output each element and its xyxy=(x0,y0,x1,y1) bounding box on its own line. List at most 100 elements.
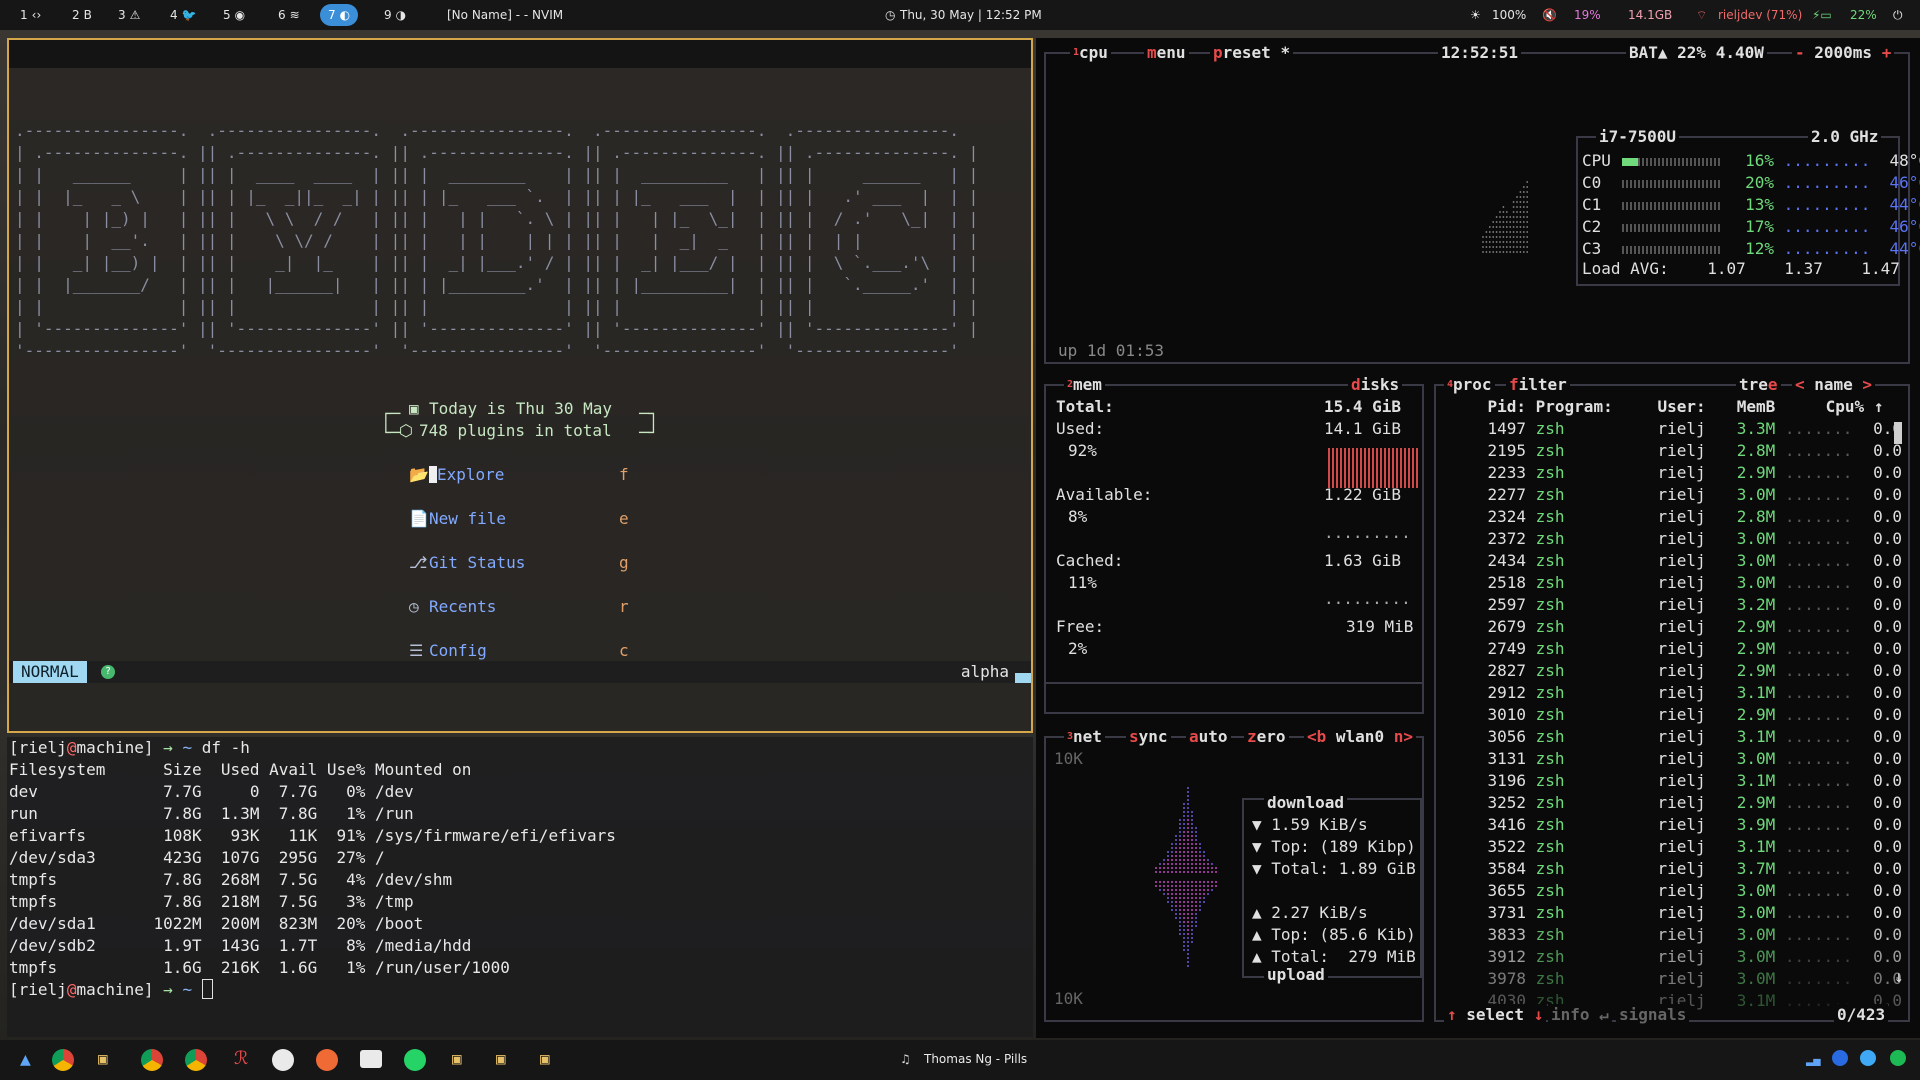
wifi-status[interactable]: rieljdev (71%) xyxy=(1718,0,1802,30)
folder-open-icon: 📂 xyxy=(409,465,429,484)
download-label: download xyxy=(1264,792,1348,814)
process-row[interactable]: 3196 zsh rielj 3.1M ....... 0.0 xyxy=(1446,770,1902,792)
process-row[interactable]: 2518 zsh rielj 3.0M ....... 0.0 xyxy=(1446,572,1902,594)
workspace-4[interactable]: 4 🐦 xyxy=(170,4,197,26)
process-row[interactable]: 2324 zsh rielj 2.8M ....... 0.0 xyxy=(1446,506,1902,528)
process-row[interactable]: 3010 zsh rielj 2.9M ....... 0.0 xyxy=(1446,704,1902,726)
cpu-core-row: C113% ......... 44°C xyxy=(1582,195,1920,214)
mem-divider xyxy=(1046,682,1422,684)
process-row[interactable]: 2434 zsh rielj 3.0M ....... 0.0 xyxy=(1446,550,1902,572)
mem-avail-meter: ......... xyxy=(1324,523,1411,542)
scroll-down-arrow[interactable]: ↓ xyxy=(1894,966,1904,988)
terminal-app-icon[interactable]: ▣ xyxy=(540,1049,550,1068)
select-control[interactable]: ↑ select ↓ xyxy=(1444,1004,1547,1026)
cpu-tab[interactable]: 1cpu xyxy=(1070,42,1111,64)
menu-config[interactable]: ☰ Config c xyxy=(409,640,629,662)
process-row[interactable]: 2912 zsh rielj 3.1M ....... 0.0 xyxy=(1446,682,1902,704)
workspace-3[interactable]: 3 ⚠ xyxy=(118,4,140,26)
process-row[interactable]: 3833 zsh rielj 3.0M ....... 0.0 xyxy=(1446,924,1902,946)
sync-toggle[interactable]: sync xyxy=(1126,726,1171,748)
process-row[interactable]: 3584 zsh rielj 3.7M ....... 0.0 xyxy=(1446,858,1902,880)
proc-scrollbar[interactable] xyxy=(1894,422,1902,444)
iface-selector[interactable]: <b wlan0 n> xyxy=(1304,726,1416,748)
battery-status: BAT▲ 22% 4.40W xyxy=(1626,42,1767,64)
mem-used: 14.1 GiB xyxy=(1324,419,1402,438)
redis-icon[interactable]: ℛ xyxy=(234,1048,248,1069)
tree-toggle[interactable]: tree xyxy=(1736,374,1781,396)
process-row[interactable]: 3522 zsh rielj 3.1M ....... 0.0 xyxy=(1446,836,1902,858)
file-icon: 📄 xyxy=(409,509,429,528)
signals-control[interactable]: signals xyxy=(1616,1004,1690,1026)
cpu-freq: 2.0 GHz xyxy=(1808,126,1882,148)
menu-git-status[interactable]: ⎇Git Status g xyxy=(409,552,629,574)
disks-tab[interactable]: disks xyxy=(1348,374,1403,396)
dl-rate: ▼ 1.59 KiB/s xyxy=(1252,815,1368,834)
files-icon[interactable] xyxy=(360,1050,382,1068)
terminal-window[interactable]: [rielj@machine] → ~ df -h Filesystem Size… xyxy=(7,737,1033,1037)
brightness[interactable]: 100% xyxy=(1492,0,1526,30)
menu-explore[interactable]: 📂 Explore f xyxy=(409,464,629,486)
process-row[interactable]: 2749 zsh rielj 2.9M ....... 0.0 xyxy=(1446,638,1902,660)
terminal-app-icon[interactable]: ▣ xyxy=(496,1049,506,1068)
workspace-9[interactable]: 9 ◑ xyxy=(384,4,406,26)
now-playing[interactable]: Thomas Ng - Pills xyxy=(924,1052,1027,1066)
process-row[interactable]: 1497 zsh rielj 3.3M ....... 0.0 xyxy=(1446,418,1902,440)
menu-tab[interactable]: menu xyxy=(1144,42,1189,64)
postman-icon[interactable] xyxy=(316,1049,338,1071)
workspace-5[interactable]: 5 ◉ xyxy=(223,4,245,26)
whatsapp-icon[interactable] xyxy=(404,1049,426,1071)
terminal-app-icon[interactable]: ▣ xyxy=(98,1049,108,1068)
process-row[interactable]: 2277 zsh rielj 3.0M ....... 0.0 xyxy=(1446,484,1902,506)
process-row[interactable]: 3731 zsh rielj 3.0M ....... 0.0 xyxy=(1446,902,1902,924)
info-control[interactable]: info ↵ xyxy=(1548,1004,1612,1026)
preset-tab[interactable]: preset * xyxy=(1210,42,1294,64)
chrome-icon[interactable] xyxy=(141,1049,163,1071)
load-avg: Load AVG: 1.07 1.37 1.47 xyxy=(1582,259,1900,278)
workspace-6[interactable]: 6 ≋ xyxy=(278,4,300,26)
menu-new-file[interactable]: 📄New file e xyxy=(409,508,629,530)
df-row: tmpfs 7.8G 218M 7.5G 3% /tmp xyxy=(9,892,414,911)
process-row[interactable]: 3416 zsh rielj 3.9M ....... 0.0 xyxy=(1446,814,1902,836)
power-icon[interactable]: ⏻ xyxy=(1893,0,1903,30)
network-tray-icon[interactable]: ▂▄ xyxy=(1806,1052,1820,1066)
workspace-2[interactable]: 2B xyxy=(72,4,92,26)
process-list[interactable]: 1497 zsh rielj 3.3M ....... 0.0 2195 zsh ri… xyxy=(1446,418,1902,1012)
sort-selector[interactable]: < name > xyxy=(1792,374,1876,396)
process-row[interactable]: 3655 zsh rielj 3.0M ....... 0.0 xyxy=(1446,880,1902,902)
terminal-app-icon[interactable]: ▣ xyxy=(452,1049,462,1068)
spotify-tray-icon[interactable] xyxy=(1890,1050,1906,1066)
process-row[interactable]: 3912 zsh rielj 3.0M ....... 0.0 xyxy=(1446,946,1902,968)
chrome-icon[interactable] xyxy=(52,1049,74,1071)
filter-control[interactable]: filter xyxy=(1506,374,1570,396)
bluetooth-tray-icon[interactable] xyxy=(1860,1050,1876,1066)
menu-recents[interactable]: ◷ Recents r xyxy=(409,596,629,618)
process-row[interactable]: 2195 zsh rielj 2.8M ....... 0.0 xyxy=(1446,440,1902,462)
process-row[interactable]: 3131 zsh rielj 3.0M ....... 0.0 xyxy=(1446,748,1902,770)
prompt-line[interactable]: [rielj@machine] → ~ xyxy=(9,979,1033,1001)
process-row[interactable]: 2372 zsh rielj 3.0M ....... 0.0 xyxy=(1446,528,1902,550)
proc-header: Pid: Program: User: MemB Cpu% ↑ xyxy=(1487,397,1884,416)
datetime[interactable]: Thu, 30 May | 12:52 PM xyxy=(900,0,1042,30)
auto-toggle[interactable]: auto xyxy=(1186,726,1231,748)
mem-cached-label: Cached: xyxy=(1056,551,1124,570)
btop-window[interactable]: 1cpu menu preset * 12:52:51 BAT▲ 22% 4.4… xyxy=(1036,38,1920,1038)
interval-control[interactable]: - 2000ms + xyxy=(1792,42,1895,64)
process-row[interactable]: 2679 zsh rielj 2.9M ....... 0.0 xyxy=(1446,616,1902,638)
process-row[interactable]: 3056 zsh rielj 3.1M ....... 0.0 xyxy=(1446,726,1902,748)
process-row[interactable]: 2233 zsh rielj 2.9M ....... 0.0 xyxy=(1446,462,1902,484)
process-row[interactable]: 2597 zsh rielj 3.2M ....... 0.0 xyxy=(1446,594,1902,616)
workspace-1[interactable]: 1 ‹› xyxy=(20,4,41,26)
process-row[interactable]: 2827 zsh rielj 2.9M ....... 0.0 xyxy=(1446,660,1902,682)
arch-logo-icon[interactable]: ▲ xyxy=(20,1049,31,1070)
language-tray-icon[interactable] xyxy=(1832,1050,1848,1066)
process-row[interactable]: 3252 zsh rielj 2.9M ....... 0.0 xyxy=(1446,792,1902,814)
dashboard-date: ▣ Today is Thu 30 May xyxy=(409,399,613,418)
nvim-window[interactable]: .----------------. .----------------. .-… xyxy=(7,38,1033,733)
zero-toggle[interactable]: zero xyxy=(1244,726,1289,748)
workspace-7-active[interactable]: 7 ◐ xyxy=(320,4,359,26)
mute-icon[interactable]: 🔇 xyxy=(1542,0,1557,30)
chrome-icon[interactable] xyxy=(185,1049,207,1071)
github-icon[interactable] xyxy=(272,1049,294,1071)
wifi-icon: ⌔ xyxy=(1696,8,1708,22)
process-row[interactable]: 3978 zsh rielj 3.0M ....... 0.0 xyxy=(1446,968,1902,990)
